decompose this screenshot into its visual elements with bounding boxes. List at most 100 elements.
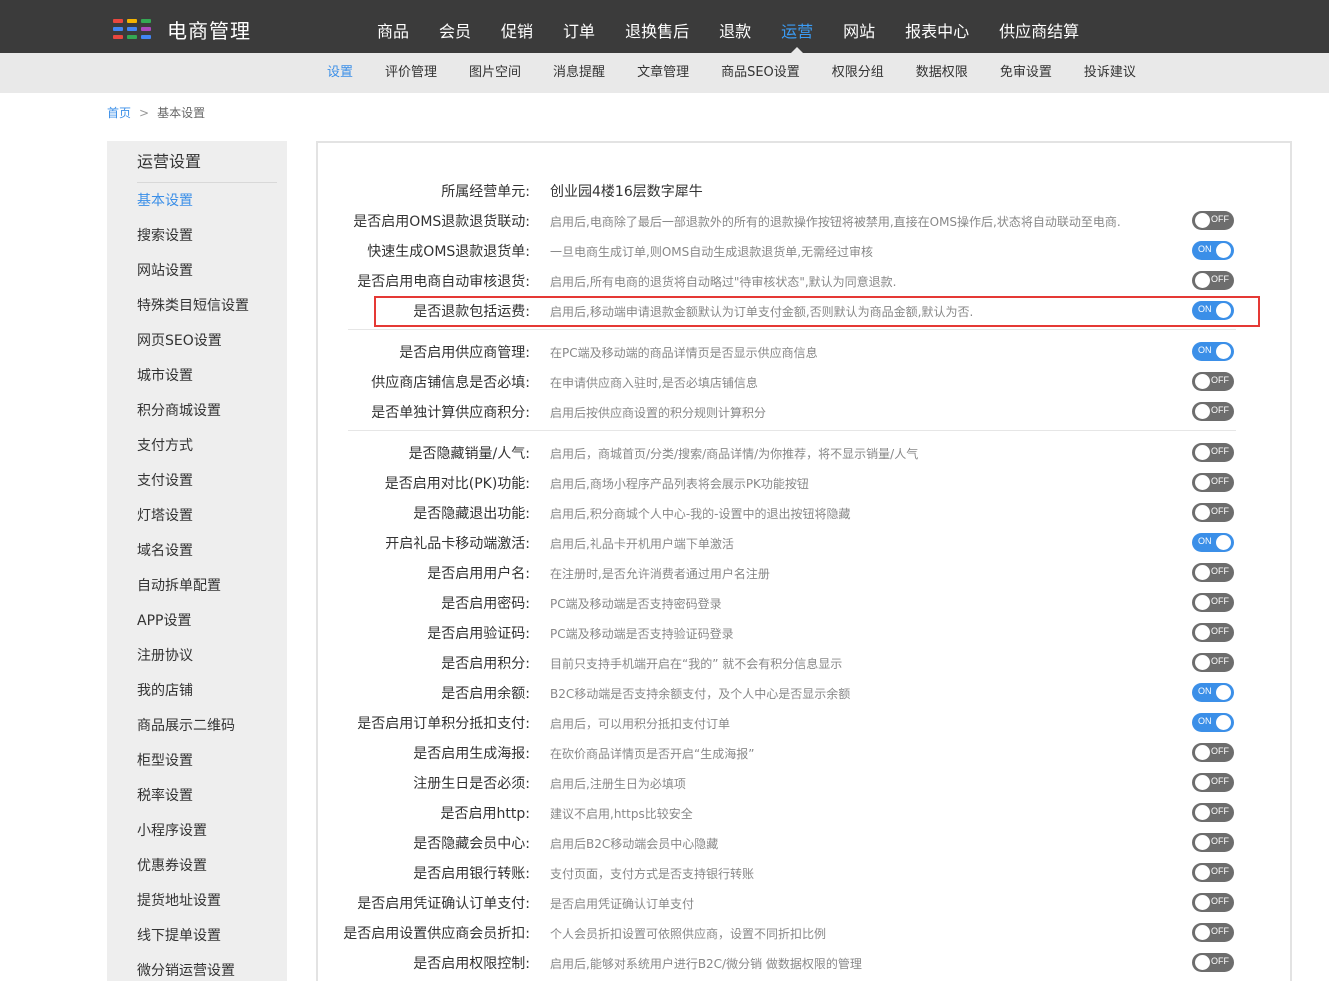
sub-nav-item[interactable]: 数据权限 (900, 53, 984, 93)
sub-nav-item[interactable]: 消息提醒 (537, 53, 621, 93)
sidebar-item[interactable]: 自动拆单配置 (137, 573, 249, 608)
main-nav-item[interactable]: 报表中心 (890, 0, 984, 53)
toggle-knob (1216, 344, 1231, 359)
toggle-state-text: OFF (1211, 956, 1229, 966)
toggle-switch[interactable]: OFF (1192, 803, 1234, 822)
main-nav-item[interactable]: 运营 (766, 0, 828, 53)
toggle-switch[interactable]: OFF (1192, 833, 1234, 852)
toggle-switch[interactable]: OFF (1192, 593, 1234, 612)
logo-square (113, 26, 123, 31)
toggle-switch[interactable]: OFF (1192, 743, 1234, 762)
toggle-switch[interactable]: ON (1192, 533, 1234, 552)
sidebar-item[interactable]: 优惠券设置 (137, 853, 249, 888)
setting-label: 是否启用验证码: (427, 626, 530, 642)
toggle-state-text: OFF (1211, 926, 1229, 936)
setting-label: 是否启用凭证确认订单支付: (357, 896, 530, 912)
sub-nav-item[interactable]: 评价管理 (369, 53, 453, 93)
toggle-switch[interactable]: OFF (1192, 211, 1234, 230)
setting-description: 启用后B2C移动端会员中心隐藏 (550, 837, 719, 851)
toggle-state-text: ON (1198, 244, 1212, 254)
main-nav-item[interactable]: 促销 (486, 0, 548, 53)
sub-nav-item[interactable]: 投诉建议 (1068, 53, 1152, 93)
setting-row: 是否启用对比(PK)功能: 启用后,商场小程序产品列表将会展示PK功能按钮 OFF (318, 467, 1290, 497)
sidebar-item[interactable]: 网页SEO设置 (137, 328, 249, 363)
sub-nav-item[interactable]: 图片空间 (453, 53, 537, 93)
toggle-switch[interactable]: OFF (1192, 773, 1234, 792)
toggle-state-text: OFF (1211, 405, 1229, 415)
setting-label: 是否单独计算供应商积分: (371, 405, 530, 421)
sidebar-item[interactable]: 商品展示二维码 (137, 713, 249, 748)
toggle-switch[interactable]: OFF (1192, 563, 1234, 582)
setting-description: 个人会员折扣设置可依照供应商，设置不同折扣比例 (550, 927, 827, 941)
setting-row: 是否启用银行转账: 支付页面，支付方式是否支持银行转账 OFF (318, 857, 1290, 887)
setting-description: 启用后,礼品卡开机用户端下单激活 (550, 537, 734, 551)
toggle-switch[interactable]: OFF (1192, 623, 1234, 642)
toggle-switch[interactable]: ON (1192, 713, 1234, 732)
sidebar-item[interactable]: 城市设置 (137, 363, 249, 398)
toggle-switch[interactable]: OFF (1192, 953, 1234, 972)
sidebar-item[interactable]: 微分销运营设置 (137, 958, 249, 993)
sidebar-list: 基本设置 搜索设置 网站设置 特殊类目短信设置 网页SEO设置 城市设置 积分商城设置 支付方… (137, 188, 249, 993)
main-nav-item[interactable]: 商品 (362, 0, 424, 53)
toggle-switch[interactable]: OFF (1192, 653, 1234, 672)
main-nav-item[interactable]: 退换售后 (610, 0, 704, 53)
sidebar-item[interactable]: 网站设置 (137, 258, 249, 293)
brand-logo[interactable]: 电商管理 (113, 15, 251, 44)
setting-description: 启用后,移动端申请退款金额默认为订单支付金额,否则默认为商品金额,默认为否. (550, 305, 974, 319)
sidebar-item[interactable]: 柜型设置 (137, 748, 249, 783)
setting-description: 启用后,积分商城个人中心-我的-设置中的退出按钮将隐藏 (550, 507, 851, 521)
sidebar-item[interactable]: 基本设置 (137, 188, 249, 223)
sidebar-item[interactable]: 我的店铺 (137, 678, 249, 713)
sidebar-item[interactable]: APP设置 (137, 608, 249, 643)
main-nav-item[interactable]: 网站 (828, 0, 890, 53)
toggle-switch[interactable]: OFF (1192, 473, 1234, 492)
setting-row: 是否启用验证码: PC端及移动端是否支持验证码登录 OFF (318, 617, 1290, 647)
toggle-knob (1195, 475, 1210, 490)
toggle-switch[interactable]: OFF (1192, 923, 1234, 942)
sub-nav-item[interactable]: 商品SEO设置 (705, 53, 816, 93)
business-unit-value: 创业园4楼16层数字犀牛 (550, 184, 703, 200)
toggle-switch[interactable]: ON (1192, 241, 1234, 260)
toggle-switch[interactable]: ON (1192, 342, 1234, 361)
sub-nav-item[interactable]: 权限分组 (816, 53, 900, 93)
sidebar-item[interactable]: 小程序设置 (137, 818, 249, 853)
sub-nav-item[interactable]: 免审设置 (984, 53, 1068, 93)
sidebar-item[interactable]: 搜索设置 (137, 223, 249, 258)
toggle-switch[interactable]: OFF (1192, 402, 1234, 421)
toggle-switch[interactable]: OFF (1192, 503, 1234, 522)
setting-description: 在砍价商品详情页是否开启“生成海报” (550, 747, 755, 761)
sub-nav-item[interactable]: 设置 (311, 53, 369, 93)
toggle-knob (1195, 865, 1210, 880)
sidebar-item[interactable]: 灯塔设置 (137, 503, 249, 538)
main-nav-item[interactable]: 供应商结算 (984, 0, 1094, 53)
breadcrumb-home-link[interactable]: 首页 (107, 106, 131, 120)
toggle-switch[interactable]: OFF (1192, 863, 1234, 882)
sidebar-item[interactable]: 线下提单设置 (137, 923, 249, 958)
toggle-knob (1195, 655, 1210, 670)
toggle-switch[interactable]: OFF (1192, 271, 1234, 290)
toggle-state-text: OFF (1211, 506, 1229, 516)
toggle-switch[interactable]: OFF (1192, 372, 1234, 391)
setting-label: 是否启用积分: (441, 656, 530, 672)
main-nav-item[interactable]: 退款 (704, 0, 766, 53)
sidebar-item[interactable]: 支付设置 (137, 468, 249, 503)
setting-description: 启用后,所有电商的退货将自动略过"待审核状态",默认为同意退款. (550, 275, 897, 289)
main-nav-item[interactable]: 订单 (548, 0, 610, 53)
sidebar-item[interactable]: 特殊类目短信设置 (137, 293, 249, 328)
main-nav-item[interactable]: 会员 (424, 0, 486, 53)
sidebar-item[interactable]: 提货地址设置 (137, 888, 249, 923)
toggle-switch[interactable]: OFF (1192, 893, 1234, 912)
setting-label: 是否启用余额: (441, 686, 530, 702)
setting-description: B2C移动端是否支持余额支付，及个人中心是否显示余额 (550, 687, 851, 701)
sidebar-item[interactable]: 积分商城设置 (137, 398, 249, 433)
setting-label: 是否启用密码: (441, 596, 530, 612)
toggle-switch[interactable]: ON (1192, 301, 1234, 320)
sidebar-item[interactable]: 支付方式 (137, 433, 249, 468)
sub-nav-item[interactable]: 文章管理 (621, 53, 705, 93)
setting-description: 启用后按供应商设置的积分规则计算积分 (550, 406, 767, 420)
sidebar-item[interactable]: 注册协议 (137, 643, 249, 678)
toggle-switch[interactable]: OFF (1192, 443, 1234, 462)
sidebar-item[interactable]: 域名设置 (137, 538, 249, 573)
sidebar-item[interactable]: 税率设置 (137, 783, 249, 818)
toggle-switch[interactable]: ON (1192, 683, 1234, 702)
